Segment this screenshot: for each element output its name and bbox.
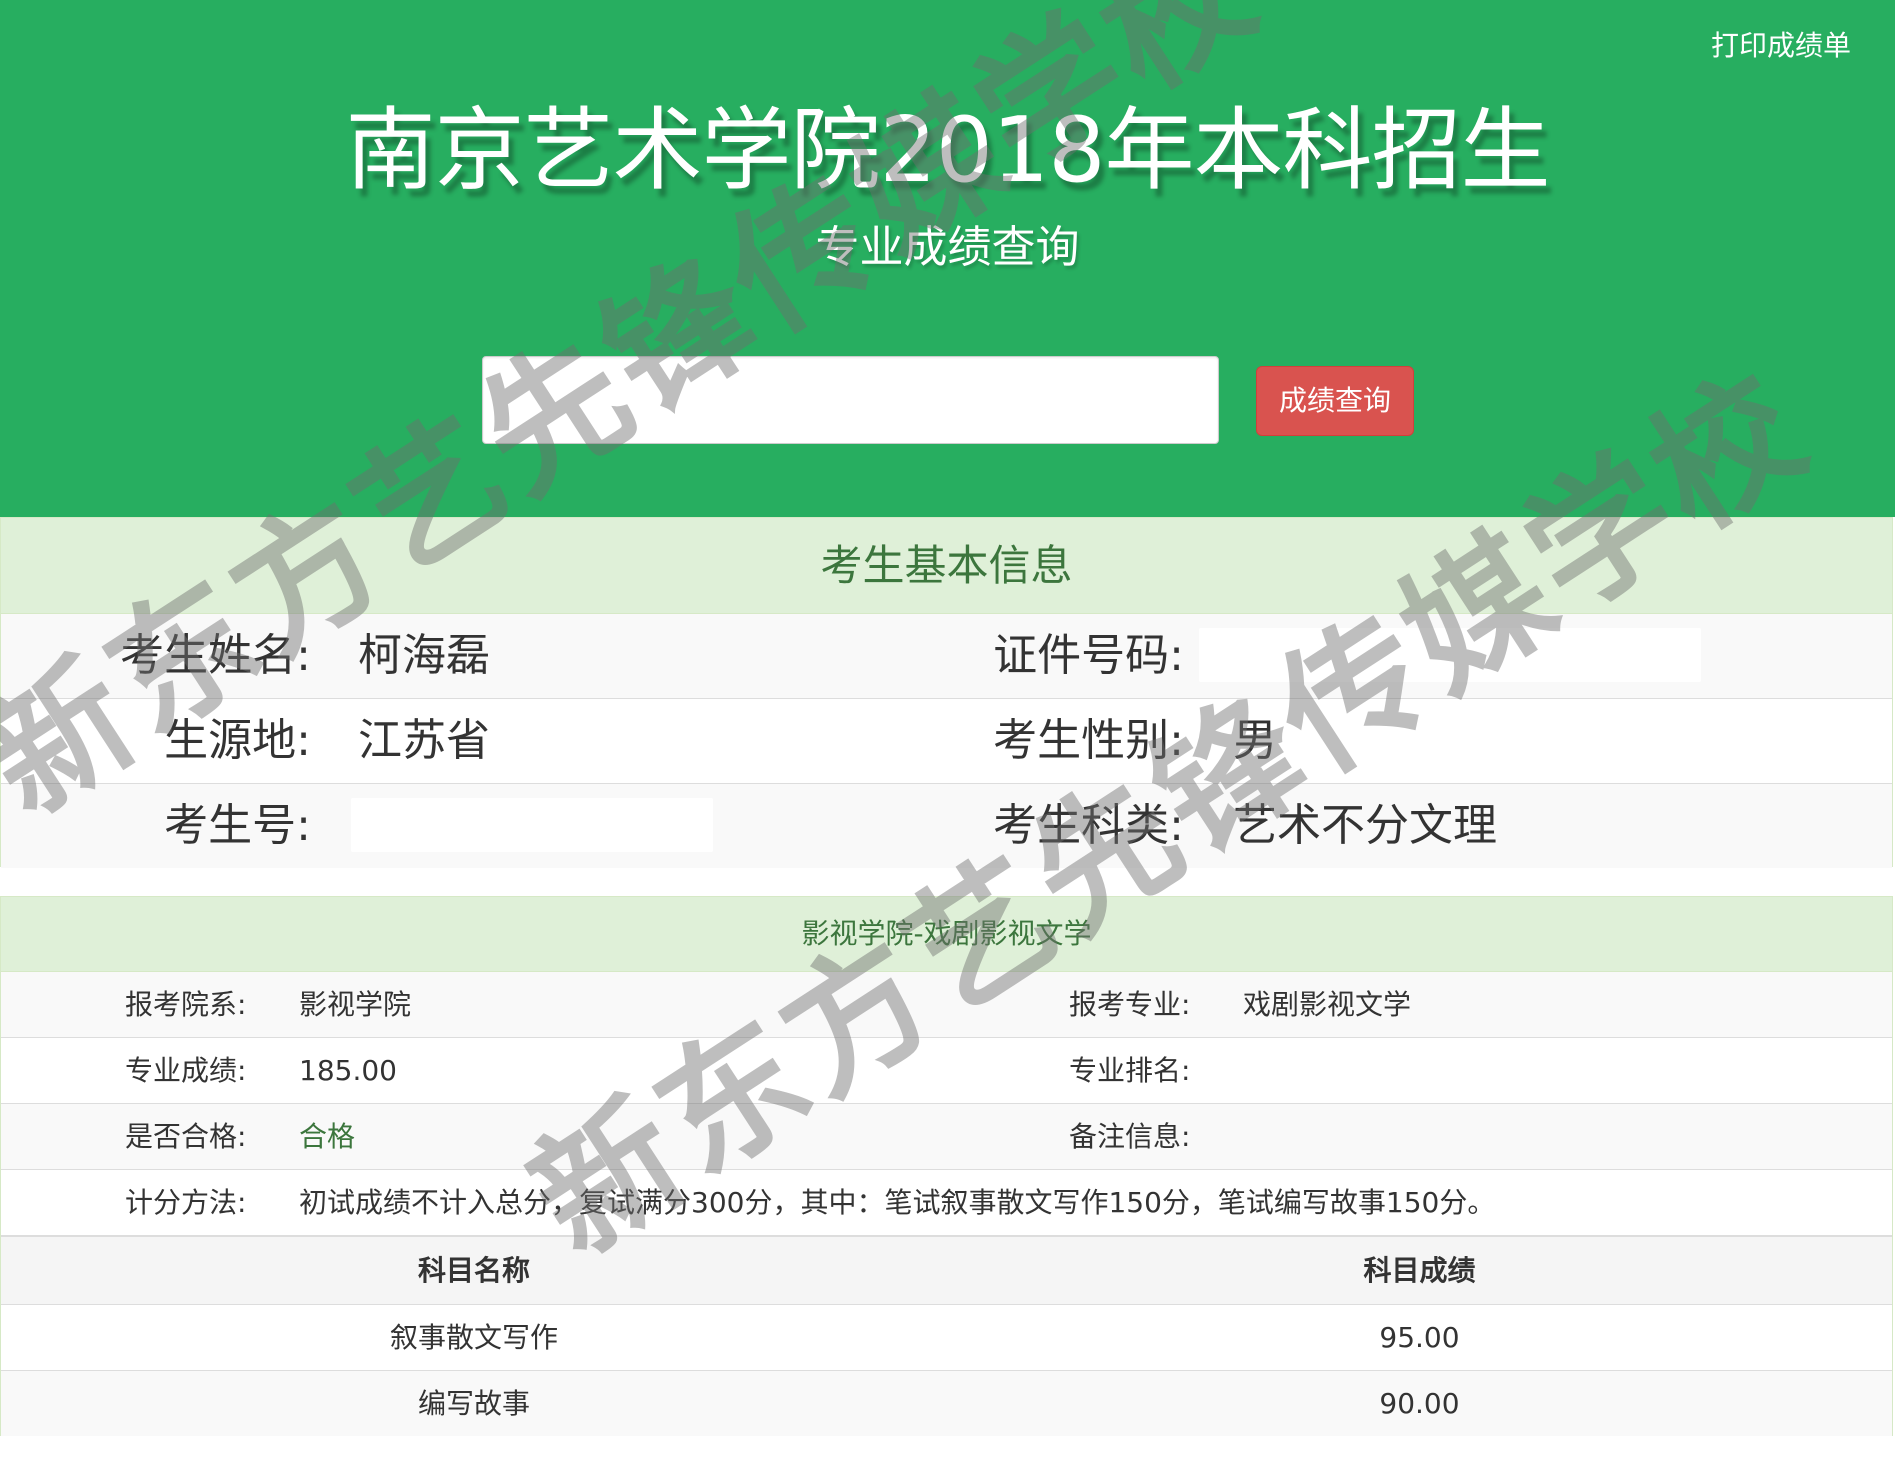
basic-info-panel: 考生基本信息 考生姓名: 柯海磊 证件号码: 生源地: 江苏省 考生性别: 男 … [0,517,1893,868]
page-title: 南京艺术学院2018年本科招生 [345,98,1550,203]
search-score-button[interactable]: 成绩查询 [1256,366,1414,436]
print-transcript-link[interactable]: 打印成绩单 [1711,24,1851,64]
scoring-method-row: 计分方法: 初试成绩不计入总分，复试满分300分，其中：笔试叙事散文写作150分… [1,1170,1892,1235]
major-score-value: 185.00 [299,1054,397,1087]
major-value: 戏剧影视文学 [1243,988,1412,1021]
exam-number-label: 考生号: [164,800,311,851]
subject-name-header: 科目名称 [417,1254,530,1287]
name-value: 柯海磊 [358,630,490,681]
score-panel: 影视学院-戏剧影视文学 报考院系: 影视学院 报考专业: 戏剧影视文学 专业成绩… [0,896,1893,1436]
subject-table-header: 科目名称 科目成绩 [1,1235,1892,1305]
info-row: 考生姓名: 柯海磊 证件号码: [1,614,1892,699]
subject-score-cell: 95.00 [1379,1321,1460,1354]
exam-number-redaction [351,798,713,852]
subject-name-cell: 编写故事 [417,1387,530,1420]
page-subtitle: 专业成绩查询 [815,222,1080,273]
department-value: 影视学院 [299,988,412,1021]
id-number-label: 证件号码: [993,630,1184,681]
table-row: 编写故事 90.00 [1,1371,1892,1436]
subject-score-header: 科目成绩 [1363,1254,1476,1287]
gender-label: 考生性别: [993,715,1184,766]
score-panel-heading: 影视学院-戏剧影视文学 [1,897,1892,972]
subject-name-cell: 叙事散文写作 [389,1321,558,1354]
id-number-redaction [1199,628,1701,682]
scoring-method-value: 初试成绩不计入总分，复试满分300分，其中：笔试叙事散文写作150分，笔试编写故… [299,1186,1496,1219]
subject-score-cell: 90.00 [1379,1387,1460,1420]
subject-category-label: 考生科类: [993,800,1184,851]
search-input[interactable] [482,356,1219,444]
name-label: 考生姓名: [120,630,311,681]
subject-category-value: 艺术不分文理 [1233,800,1497,851]
origin-label: 生源地: [164,715,311,766]
qualified-value: 合格 [299,1120,356,1153]
score-info-row: 是否合格: 合格 备注信息: [1,1104,1892,1170]
info-row: 考生号: 考生科类: 艺术不分文理 [1,784,1892,868]
department-label: 报考院系: [125,988,247,1021]
gender-value: 男 [1233,715,1277,766]
basic-info-heading: 考生基本信息 [1,518,1892,614]
remarks-label: 备注信息: [1069,1120,1191,1153]
score-info-row: 专业成绩: 185.00 专业排名: [1,1038,1892,1104]
score-info-row: 报考院系: 影视学院 报考专业: 戏剧影视文学 [1,972,1892,1038]
info-row: 生源地: 江苏省 考生性别: 男 [1,699,1892,784]
origin-value: 江苏省 [358,715,490,766]
major-score-label: 专业成绩: [125,1054,247,1087]
scoring-method-label: 计分方法: [125,1186,247,1219]
table-row: 叙事散文写作 95.00 [1,1305,1892,1371]
major-label: 报考专业: [1069,988,1191,1021]
page-header: 打印成绩单 南京艺术学院2018年本科招生 专业成绩查询 成绩查询 [0,0,1895,517]
major-rank-label: 专业排名: [1069,1054,1191,1087]
qualified-label: 是否合格: [125,1120,247,1153]
